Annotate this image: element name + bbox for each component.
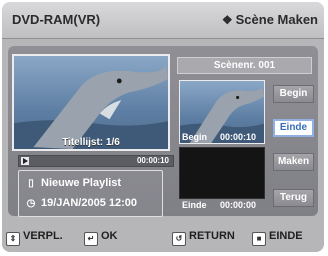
playlist-icon: ▯ xyxy=(28,178,34,189)
mode-title-text: Scène Maken xyxy=(235,12,318,27)
clock-icon: ◷ xyxy=(26,198,36,209)
header-bar: DVD-RAM(VR) ❖ Scène Maken xyxy=(2,2,324,39)
scene-end-thumbnail xyxy=(179,147,265,199)
record-datetime: 19/JAN/2005 12:00 xyxy=(41,197,138,209)
footer-ok-label: OK xyxy=(101,230,118,242)
disc-type-title: DVD-RAM(VR) xyxy=(12,12,101,27)
stop-icon: ■ xyxy=(252,232,266,246)
playback-time: 00:00:10 xyxy=(136,156,169,165)
begin-button[interactable]: Begin xyxy=(273,85,314,103)
footer-move[interactable]: ⇕ VERPL. xyxy=(6,230,63,246)
play-icon[interactable] xyxy=(21,157,29,165)
footer-bar: ⇕ VERPL. ↵ OK ↺ RETURN ■ EINDE xyxy=(2,220,324,252)
datetime-row: ◷ 19/JAN/2005 12:00 xyxy=(25,197,137,209)
playlist-name: Nieuwe Playlist xyxy=(41,177,122,189)
footer-return-label: RETURN xyxy=(189,230,235,242)
maken-button[interactable]: Maken xyxy=(273,153,314,171)
scene-end-label: Einde xyxy=(182,200,207,210)
scene-begin-time: 00:00:10 xyxy=(220,132,257,142)
footer-end[interactable]: ■ EINDE xyxy=(252,230,303,246)
terug-button[interactable]: Terug xyxy=(273,189,314,207)
scene-begin-label: Begin xyxy=(182,132,208,142)
enter-icon: ↵ xyxy=(84,232,98,246)
title-list-label: Titellijst: 1/6 xyxy=(62,137,120,148)
mode-title: ❖ Scène Maken xyxy=(222,12,318,27)
return-icon: ↺ xyxy=(172,232,186,246)
scene-end-time: 00:00:00 xyxy=(220,200,257,210)
diamond-icon: ❖ xyxy=(221,13,233,27)
playback-progress-bar[interactable]: 00:00:10 xyxy=(18,155,174,167)
scene-number-title: Scènenr. 001 xyxy=(177,57,312,74)
playlist-row: ▯ Nieuwe Playlist xyxy=(25,177,121,189)
updown-arrows-icon: ⇕ xyxy=(6,232,20,246)
footer-end-label: EINDE xyxy=(269,230,303,242)
footer-return[interactable]: ↺ RETURN xyxy=(172,230,235,246)
footer-move-label: VERPL. xyxy=(23,230,63,242)
title-info-box: ▯ Nieuwe Playlist ◷ 19/JAN/2005 12:00 xyxy=(18,170,163,217)
dvd-osd-screen: DVD-RAM(VR) ❖ Scène Maken Titellijst: 1/6… xyxy=(2,2,324,252)
footer-ok[interactable]: ↵ OK xyxy=(84,230,118,246)
einde-button[interactable]: Einde xyxy=(273,119,314,137)
